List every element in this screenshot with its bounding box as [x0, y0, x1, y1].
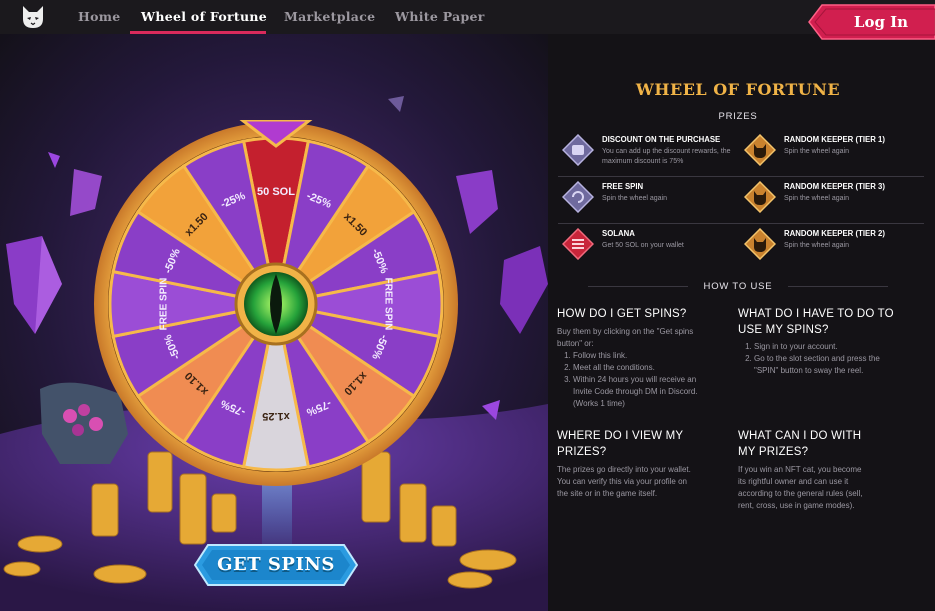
- nav-white-paper[interactable]: White Paper: [395, 0, 485, 34]
- faq-use-spins-answer: Sign in to your account. Go to the slot …: [738, 341, 888, 377]
- prize-name: SOLANA: [602, 229, 635, 238]
- divider: [558, 223, 924, 224]
- wheel-of-fortune[interactable]: 50 SOL -25%x1.50-50%FREE SPIN-50%x1.10-75…: [92, 120, 460, 488]
- wheel-segment-label: FREE SPIN: [159, 278, 170, 331]
- faq-view-prizes-answer: The prizes go directly into your wallet.…: [557, 465, 691, 498]
- faq-step[interactable]: Follow this link.: [573, 350, 707, 362]
- faq-do-prizes-answer: If you win an NFT cat, you become its ri…: [738, 465, 863, 510]
- prize-desc: Spin the wheel again: [602, 195, 667, 202]
- get-spins-button[interactable]: GET SPINS: [194, 544, 358, 586]
- prize-item: SOLANA Get 50 SOL on your wallet: [554, 226, 726, 266]
- faq-step: Sign in to your account.: [754, 341, 888, 353]
- panel-title: WHEEL OF FORTUNE: [635, 80, 841, 99]
- prize-desc: Spin the wheel again: [784, 148, 849, 155]
- prize-desc: Spin the wheel again: [784, 195, 849, 202]
- nav-home[interactable]: Home: [78, 0, 121, 34]
- faq-get-spins-answer: Buy them by clicking on the "Get spins b…: [557, 326, 707, 410]
- faq-step: Meet all the conditions.: [573, 362, 707, 374]
- prize-item: RANDOM KEEPER (TIER 3) Spin the wheel ag…: [736, 179, 908, 219]
- prize-item: DISCOUNT ON THE PURCHASE You can add up …: [554, 132, 731, 172]
- prize-desc: Spin the wheel again: [784, 242, 849, 249]
- prize-desc: Get 50 SOL on your wallet: [602, 242, 684, 249]
- prize-item: RANDOM KEEPER (TIER 1) Spin the wheel ag…: [736, 132, 908, 172]
- discount-icon: [562, 134, 594, 166]
- nav-marketplace[interactable]: Marketplace: [284, 0, 375, 34]
- faq-view-prizes-question: WHERE DO I VIEW MY PRIZES?: [557, 430, 684, 458]
- faq-use-spins-question: WHAT DO I HAVE TO DO TO USE MY SPINS?: [738, 308, 894, 336]
- prize-name: DISCOUNT ON THE PURCHASE: [602, 135, 721, 144]
- prize-name: RANDOM KEEPER (TIER 3): [784, 182, 885, 191]
- faq-intro: Buy them by clicking on the "Get spins b…: [557, 327, 694, 348]
- cat-logo-icon[interactable]: [20, 5, 46, 29]
- divider: [788, 286, 888, 287]
- wheel-segment-label: FREE SPIN: [382, 278, 393, 331]
- keeper-tier3-icon: [744, 181, 776, 213]
- wheel-segment-label: x1.25: [262, 410, 290, 422]
- divider: [558, 176, 924, 177]
- prizes-heading: PRIZES: [718, 111, 758, 122]
- prize-desc: You can add up the discount rewards, the…: [602, 148, 731, 165]
- faq-step: Go to the slot section and press the "SP…: [754, 353, 888, 377]
- prize-item: FREE SPIN Spin the wheel again: [554, 179, 726, 219]
- prize-name: FREE SPIN: [602, 182, 644, 191]
- prize-name: RANDOM KEEPER (TIER 1): [784, 135, 885, 144]
- top-nav: Home Wheel of Fortune Marketplace White …: [0, 0, 935, 40]
- follow-link[interactable]: Follow this link.: [573, 351, 627, 360]
- wheel-segment-label: 50 SOL: [257, 186, 295, 198]
- faq-get-spins-question: HOW DO I GET SPINS?: [557, 308, 687, 320]
- wheel-scene: 50 SOL -25% x1.50 -50% FREE SPIN -50% x1.10 -75…: [0, 34, 548, 611]
- faq-do-prizes-question: WHAT CAN I DO WITH MY PRIZES?: [738, 430, 862, 458]
- free-spin-icon: [562, 181, 594, 213]
- prize-name: RANDOM KEEPER (TIER 2): [784, 229, 885, 238]
- nav-wheel-of-fortune[interactable]: Wheel of Fortune: [141, 0, 267, 34]
- get-spins-label: GET SPINS: [217, 554, 335, 575]
- faq-step: Within 24 hours you will receive an Invi…: [573, 374, 707, 410]
- prize-item: RANDOM KEEPER (TIER 2) Spin the wheel ag…: [736, 226, 908, 266]
- keeper-tier1-icon: [744, 134, 776, 166]
- solana-icon: [562, 228, 594, 260]
- keeper-tier2-icon: [744, 228, 776, 260]
- info-panel: WHEEL OF FORTUNE PRIZES DISCOUNT ON THE …: [548, 34, 935, 611]
